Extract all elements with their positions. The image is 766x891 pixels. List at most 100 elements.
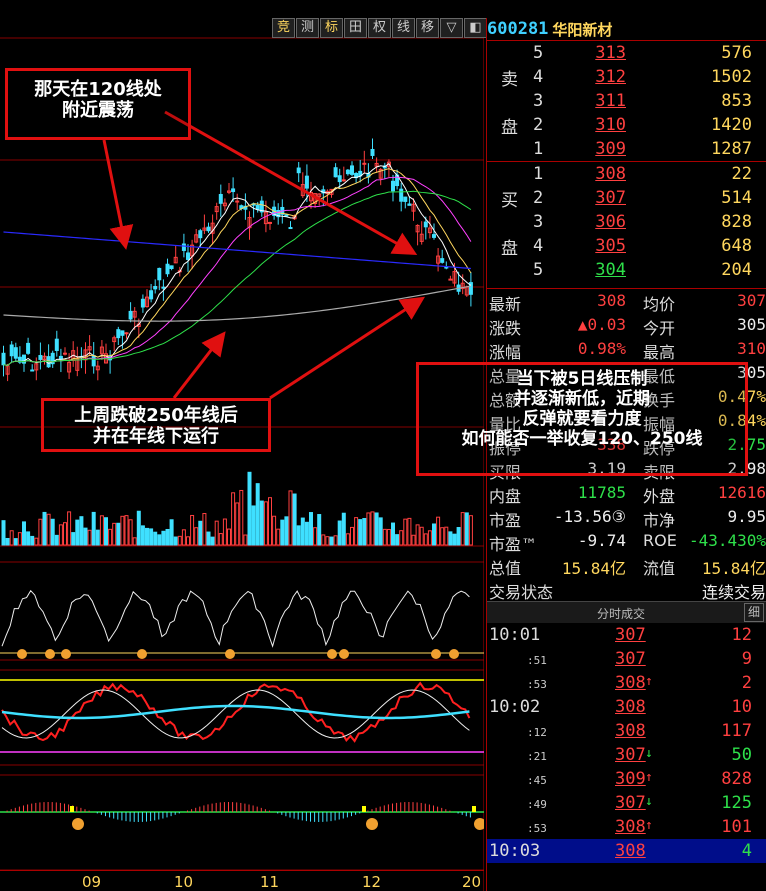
toolbar-button[interactable]: ◧ (464, 18, 487, 38)
stat-value: 307 (737, 291, 766, 310)
stat-key: 均价 (643, 295, 676, 314)
tick-detail-button[interactable]: 细 (744, 603, 764, 622)
toolbar-button[interactable]: 田 (344, 18, 367, 38)
tick-price: 307 (615, 793, 646, 813)
tick-time: 10:01 (489, 625, 541, 645)
x-axis-label: 09 (82, 873, 102, 891)
order-book-row[interactable]: 4 312 1502 (487, 65, 766, 89)
x-axis-label: 11 (260, 873, 280, 891)
stat-value: 15.84亿 (561, 559, 626, 578)
toolbar-button[interactable]: 竞 (272, 18, 295, 38)
order-book-row[interactable]: 1 308 22 (487, 162, 766, 186)
signal-icon (72, 818, 84, 830)
order-book-row[interactable]: 3 306 828 (487, 210, 766, 234)
tick-row[interactable]: 10:03 308 4 (487, 839, 766, 863)
tick-time: :12 (527, 726, 547, 739)
volume-bar (358, 519, 363, 546)
x-axis-label: 20 (462, 873, 482, 891)
indicator-line (1, 589, 470, 648)
volume-bar (34, 537, 39, 546)
tick-arrow-icon: ↑ (645, 818, 653, 833)
stat-value: 308 (597, 291, 626, 310)
tick-row[interactable]: 10:02 308 10 (487, 695, 766, 719)
volume-bar (325, 536, 330, 546)
level: 4 (533, 67, 544, 87)
volume-bar (145, 527, 149, 546)
toolbar-button[interactable]: 移 (416, 18, 439, 38)
order-book-row[interactable]: 1 309 1287 (487, 137, 766, 161)
price: 304 (595, 260, 626, 280)
candle-body (345, 169, 350, 175)
signal-icon (431, 649, 441, 659)
tick-row[interactable]: :53 308 ↑ 2 (487, 671, 766, 695)
candle-body (63, 352, 67, 355)
toolbar-button[interactable]: 测 (296, 18, 319, 38)
tick-volume: 9 (741, 649, 752, 669)
ma60-line (3, 190, 472, 366)
stat-key: 外盘 (643, 487, 676, 506)
stat-row: 最新 308 均价 307 (487, 289, 766, 314)
volume-bar (395, 534, 400, 546)
volume-bar (173, 536, 178, 546)
volume-bar (17, 532, 22, 546)
candle-body (9, 344, 14, 357)
level: 4 (533, 236, 544, 256)
tick-row[interactable]: :45 309 ↑ 828 (487, 767, 766, 791)
tick-list[interactable]: 10:01 307 12:51 307 9:53 308 ↑ 2 10:02 308 10:12 30… (487, 623, 766, 863)
volume-bar (194, 527, 199, 546)
tick-row[interactable]: :21 307 ↓ 50 (487, 743, 766, 767)
tick-time: :21 (527, 750, 547, 763)
volume-bar (50, 518, 55, 546)
candle-body (120, 330, 125, 336)
candle-body (13, 347, 18, 359)
volume: 514 (721, 188, 752, 208)
tick-header[interactable]: 分时成交 细 (487, 601, 766, 623)
kline-chart-area[interactable]: 竞测标田权线移 ▽ ◧ 那天在120线处 附近震荡 上周跌破250年线后 并在年线下… (0, 0, 487, 891)
volume: 576 (721, 43, 752, 63)
toolbar-button[interactable]: ▽ (440, 18, 463, 38)
volume-bar (58, 524, 63, 546)
candle-body (54, 338, 59, 351)
volume: 648 (721, 236, 752, 256)
price: 309 (595, 139, 626, 159)
volume-bar (108, 528, 113, 546)
candle-body (304, 175, 309, 189)
volume-bar (419, 526, 424, 546)
volume-bar (104, 517, 108, 546)
volume-bar (329, 536, 334, 546)
order-book-row[interactable]: 3 311 853 (487, 89, 766, 113)
volume-bar (407, 517, 412, 546)
stat-key: 市净 (643, 511, 676, 530)
candle-body (296, 167, 301, 174)
stat-key: 今开 (643, 319, 676, 338)
tick-row[interactable]: 10:01 307 12 (487, 623, 766, 647)
signal-icon (225, 649, 235, 659)
stock-name: 华阳新材 (552, 20, 613, 39)
volume-bar (198, 520, 203, 546)
order-book-row[interactable]: 5 313 576 (487, 41, 766, 65)
volume-bar (136, 510, 141, 546)
order-book-row[interactable]: 5 304 204 (487, 258, 766, 282)
volume-bar (247, 471, 252, 546)
chart-toolbar: 竞测标田权线移 ▽ ◧ (272, 18, 488, 38)
toolbar-button[interactable]: 标 (320, 18, 343, 38)
volume-bar (149, 528, 154, 546)
order-book-row[interactable]: 2 307 514 (487, 186, 766, 210)
stat-value: 310 (737, 339, 766, 358)
volume-bar (99, 515, 104, 546)
stat-value: 11785 (577, 483, 626, 502)
tick-price: 308 (615, 673, 646, 693)
x-axis: 09 10 11 12 20 (0, 870, 484, 891)
tick-row[interactable]: :12 308 117 (487, 719, 766, 743)
tick-row[interactable]: :51 307 9 (487, 647, 766, 671)
toolbar-button[interactable]: 线 (392, 18, 415, 38)
toolbar-button[interactable]: 权 (368, 18, 391, 38)
order-book-row[interactable]: 4 305 648 (487, 234, 766, 258)
tick-row[interactable]: :49 307 ↓ 125 (487, 791, 766, 815)
volume-bar (309, 512, 313, 546)
tick-time: :51 (527, 654, 547, 667)
order-book-row[interactable]: 2 310 1420 (487, 113, 766, 137)
tick-row[interactable]: :53 308 ↑ 101 (487, 815, 766, 839)
candle-body (407, 203, 412, 206)
annotation-line: 并逐渐新低，近期 (514, 389, 650, 409)
